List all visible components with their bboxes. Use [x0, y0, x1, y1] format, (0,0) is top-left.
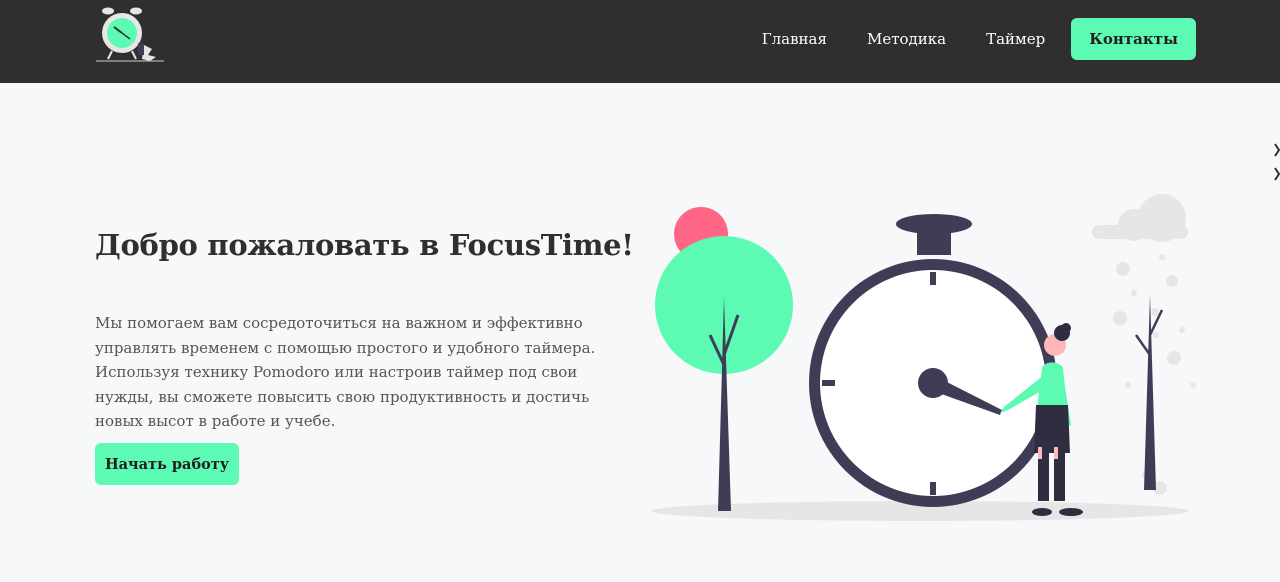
start-work-button[interactable]: Начать работу	[95, 443, 239, 485]
stopwatch	[809, 214, 1057, 507]
stopwatch-illustration	[652, 194, 1196, 521]
hero-description: Мы помогаем вам сосредоточиться на важно…	[95, 314, 596, 430]
nav-link-home[interactable]: Главная	[762, 18, 827, 60]
cloud	[1092, 194, 1188, 242]
nav-contacts-button[interactable]: Контакты	[1071, 18, 1196, 60]
hero-title: Добро пожаловать в FocusTime!	[95, 228, 634, 262]
nav-link-method[interactable]: Методика	[867, 18, 946, 60]
main-nav: Главная Методика Таймер Контакты	[762, 18, 1196, 60]
scroll-indicator-icon	[1274, 143, 1280, 181]
alarm-clock-icon	[96, 7, 164, 62]
nav-link-timer[interactable]: Таймер	[986, 18, 1045, 60]
site-header: Главная Методика Таймер Контакты	[0, 0, 1280, 83]
logo[interactable]	[94, 5, 166, 65]
